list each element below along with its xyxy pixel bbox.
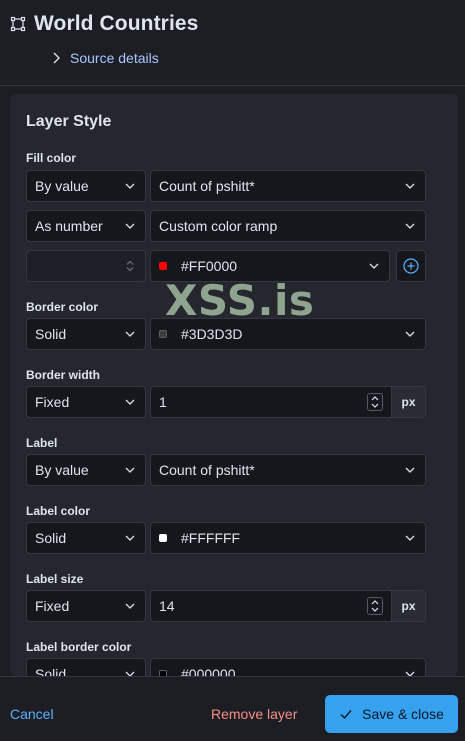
chevron-down-icon bbox=[405, 467, 415, 473]
chevron-down-icon bbox=[125, 399, 135, 405]
fill-color-mode-value: By value bbox=[35, 178, 89, 194]
label-size-input[interactable]: 14 bbox=[150, 590, 392, 622]
label-border-color-hex: #000000 bbox=[181, 666, 236, 676]
cancel-button[interactable]: Cancel bbox=[10, 706, 54, 722]
border-color-mode-select[interactable]: Solid bbox=[26, 318, 146, 350]
flyout-footer: Cancel Remove layer Save & close bbox=[0, 676, 465, 741]
chevron-down-icon bbox=[405, 223, 415, 229]
chevron-down-icon bbox=[125, 183, 135, 189]
check-icon bbox=[340, 710, 352, 720]
plus-circle-icon bbox=[403, 258, 419, 274]
label-color-hex: #FFFFFF bbox=[181, 530, 241, 546]
label-border-color-picker[interactable]: #000000 bbox=[150, 658, 426, 676]
border-width-input[interactable]: 1 bbox=[150, 386, 392, 418]
color-stop-hex: #FF0000 bbox=[181, 258, 238, 274]
chevron-right-icon bbox=[48, 50, 64, 66]
border-width-mode-select[interactable]: Fixed bbox=[26, 386, 146, 418]
label-mode-select[interactable]: By value bbox=[26, 454, 146, 486]
chevron-down-icon bbox=[405, 671, 415, 676]
border-color-label: Border color bbox=[26, 300, 99, 314]
sort-arrows-icon bbox=[126, 260, 134, 272]
label-color-mode-value: Solid bbox=[35, 530, 67, 546]
remove-layer-button[interactable]: Remove layer bbox=[211, 706, 297, 722]
chevron-down-icon bbox=[125, 467, 135, 473]
chevron-down-icon bbox=[369, 263, 379, 269]
label-mode-value: By value bbox=[35, 462, 89, 478]
label-size-mode-select[interactable]: Fixed bbox=[26, 590, 146, 622]
layer-style-panel: Layer Style Fill color By value Count of… bbox=[10, 94, 458, 676]
label-size-label: Label size bbox=[26, 572, 84, 586]
number-stepper-icon[interactable] bbox=[367, 597, 383, 615]
fill-color-field-value: Count of pshitt* bbox=[159, 178, 255, 194]
number-stepper-icon[interactable] bbox=[367, 393, 383, 411]
chevron-down-icon bbox=[125, 671, 135, 676]
color-ramp-value: Custom color ramp bbox=[159, 218, 278, 234]
page-title: World Countries bbox=[34, 12, 199, 35]
label-border-color-mode-select[interactable]: Solid bbox=[26, 658, 146, 676]
label-color-mode-select[interactable]: Solid bbox=[26, 522, 146, 554]
border-width-mode-value: Fixed bbox=[35, 394, 70, 410]
fill-color-field-select[interactable]: Count of pshitt* bbox=[150, 170, 426, 202]
fill-color-mode-select[interactable]: By value bbox=[26, 170, 146, 202]
color-swatch bbox=[159, 534, 167, 542]
color-swatch bbox=[159, 330, 167, 338]
chevron-down-icon bbox=[125, 223, 135, 229]
border-width-value: 1 bbox=[159, 394, 167, 410]
title-row: World Countries bbox=[10, 12, 198, 36]
border-color-hex: #3D3D3D bbox=[181, 326, 243, 342]
section-title: Layer Style bbox=[26, 113, 112, 130]
fill-color-type-select[interactable]: As number bbox=[26, 210, 146, 242]
chevron-down-icon bbox=[405, 535, 415, 541]
chevron-down-icon bbox=[125, 331, 135, 337]
unit-suffix: px bbox=[392, 386, 426, 418]
color-ramp-select[interactable]: Custom color ramp bbox=[150, 210, 426, 242]
chevron-down-icon bbox=[405, 331, 415, 337]
fill-color-label: Fill color bbox=[26, 151, 77, 165]
chevron-down-icon bbox=[125, 535, 135, 541]
label-size-value: 14 bbox=[159, 598, 175, 614]
label-size-mode-value: Fixed bbox=[35, 598, 70, 614]
color-stop-value-input[interactable] bbox=[26, 250, 146, 282]
label-border-color-label: Label border color bbox=[26, 640, 132, 654]
source-details-toggle[interactable]: Source details bbox=[48, 50, 159, 66]
label-field-select[interactable]: Count of pshitt* bbox=[150, 454, 426, 486]
border-color-mode-value: Solid bbox=[35, 326, 67, 342]
fill-color-type-value: As number bbox=[35, 218, 103, 234]
save-close-button[interactable]: Save & close bbox=[325, 695, 458, 733]
add-color-stop-button[interactable] bbox=[396, 250, 426, 282]
flyout-header: World Countries Source details bbox=[0, 0, 465, 86]
label-border-color-mode-value: Solid bbox=[35, 666, 67, 676]
chevron-down-icon bbox=[125, 603, 135, 609]
source-details-label: Source details bbox=[70, 50, 159, 66]
chevron-down-icon bbox=[405, 183, 415, 189]
label-label: Label bbox=[26, 436, 58, 450]
layer-shape-icon bbox=[10, 16, 26, 32]
save-close-label: Save & close bbox=[362, 706, 444, 722]
label-color-label: Label color bbox=[26, 504, 91, 518]
color-stop-color-picker[interactable]: #FF0000 bbox=[150, 250, 390, 282]
border-color-picker[interactable]: #3D3D3D bbox=[150, 318, 426, 350]
color-swatch bbox=[159, 262, 167, 270]
border-width-label: Border width bbox=[26, 368, 100, 382]
label-color-picker[interactable]: #FFFFFF bbox=[150, 522, 426, 554]
label-field-value: Count of pshitt* bbox=[159, 462, 255, 478]
unit-suffix: px bbox=[392, 590, 426, 622]
